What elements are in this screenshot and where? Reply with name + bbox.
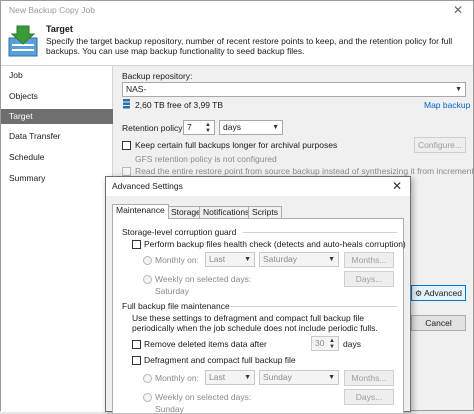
- configure-button[interactable]: Configure...: [414, 137, 466, 153]
- monthly-on-label: Monthly on:: [155, 255, 199, 265]
- chevron-down-icon: ▼: [272, 124, 279, 131]
- monthly-on-label-2: Monthly on:: [155, 373, 199, 383]
- chevron-down-icon: ▼: [328, 256, 335, 263]
- remove-days-unit: days: [343, 339, 361, 349]
- monthly-radio[interactable]: [143, 256, 152, 265]
- backup-copy-job-window: New Backup Copy Job ✕ Target Specify the…: [0, 0, 474, 414]
- backup-copy-logo-icon: [8, 25, 38, 57]
- retention-count-stepper[interactable]: 7 ▲ ▼: [183, 120, 215, 135]
- page-title: Target: [46, 24, 73, 34]
- monthly-day-select[interactable]: Saturday ▼: [259, 252, 339, 267]
- monthly-week-value: Last: [209, 254, 226, 264]
- full-maintenance-header: Full backup file maintenance: [122, 301, 230, 311]
- weekly-radio-2[interactable]: [143, 393, 152, 402]
- repository-label: Backup repository:: [122, 71, 193, 81]
- close-icon[interactable]: ✕: [453, 1, 463, 20]
- tab-notifications[interactable]: Notifications: [199, 206, 254, 218]
- map-backup-link[interactable]: Map backup: [424, 100, 470, 110]
- advanced-button[interactable]: ⚙ Advanced: [411, 285, 466, 301]
- chevron-down-icon: ▼: [328, 374, 335, 381]
- days-button[interactable]: Days...: [344, 271, 394, 287]
- window-title: New Backup Copy Job: [9, 5, 95, 15]
- nav-item-objects[interactable]: Objects: [1, 89, 113, 104]
- read-entire-point-checkbox[interactable]: [122, 167, 131, 176]
- repository-value: NAS-: [126, 84, 147, 94]
- storage-icon: [123, 99, 130, 109]
- defragment-label: Defragment and compact full backup file: [144, 355, 296, 365]
- dialog-title: Advanced Settings: [112, 181, 183, 191]
- keep-full-backups-label: Keep certain full backups longer for arc…: [135, 140, 338, 150]
- retention-count-value: 7: [187, 122, 192, 132]
- retention-policy-label: Retention policy:: [122, 123, 185, 133]
- remove-days-value: 30: [315, 338, 325, 348]
- gfs-status: GFS retention policy is not configured: [135, 154, 277, 164]
- dialog-titlebar: Advanced Settings ✕: [106, 177, 410, 196]
- cancel-button[interactable]: Cancel: [411, 315, 466, 331]
- months-button-2[interactable]: Months...: [344, 370, 394, 386]
- health-check-label: Perform backup files health check (detec…: [144, 239, 406, 249]
- chevron-down-icon: ▼: [455, 86, 462, 93]
- monthly-radio-2[interactable]: [143, 374, 152, 383]
- window-titlebar: New Backup Copy Job ✕: [1, 1, 473, 20]
- advanced-settings-dialog: Advanced Settings ✕ Maintenance Storage …: [105, 176, 411, 414]
- retention-unit-select[interactable]: days ▼: [219, 120, 283, 135]
- monthly-day-value: Saturday: [263, 254, 298, 264]
- stepper-arrows-icon[interactable]: ▲ ▼: [205, 122, 211, 134]
- maintenance-tab-panel: Storage-level corruption guard Perform b…: [112, 218, 406, 414]
- health-check-checkbox[interactable]: [132, 240, 141, 249]
- nav-item-job[interactable]: Job: [1, 68, 113, 83]
- advanced-label: Advanced: [424, 288, 462, 298]
- remove-deleted-label: Remove deleted items data after: [144, 339, 267, 349]
- monthly-week-select[interactable]: Last ▼: [205, 252, 255, 267]
- nav-item-summary[interactable]: Summary: [1, 171, 113, 186]
- tab-maintenance[interactable]: Maintenance: [112, 204, 169, 219]
- monthly-day-value-2: Sunday: [263, 372, 292, 382]
- corruption-guard-header: Storage-level corruption guard: [122, 227, 237, 237]
- full-maintenance-desc: Use these settings to defragment and com…: [132, 313, 378, 333]
- chevron-down-icon: ▼: [244, 256, 251, 263]
- repository-select[interactable]: NAS- ▼: [122, 82, 466, 97]
- weekly-label-2: Weekly on selected days:: [155, 392, 252, 402]
- monthly-week-select-2[interactable]: Last ▼: [205, 370, 255, 385]
- monthly-day-select-2[interactable]: Sunday ▼: [259, 370, 339, 385]
- weekly-days-value-2: Sunday: [155, 404, 184, 414]
- divider: [229, 306, 397, 307]
- weekly-radio[interactable]: [143, 275, 152, 284]
- keep-full-backups-checkbox[interactable]: [122, 141, 131, 150]
- advanced-icon: ⚙: [415, 289, 423, 298]
- nav-item-data-transfer[interactable]: Data Transfer: [1, 129, 113, 144]
- close-icon[interactable]: ✕: [392, 177, 402, 196]
- page-description: Specify the target backup repository, nu…: [46, 36, 453, 56]
- weekly-label: Weekly on selected days:: [155, 274, 252, 284]
- months-button[interactable]: Months...: [344, 252, 394, 268]
- wizard-steps-nav: Job Objects Target Data Transfer Schedul…: [1, 66, 113, 412]
- chevron-down-icon: ▼: [244, 374, 251, 381]
- weekly-days-value: Saturday: [155, 286, 190, 296]
- monthly-week-value-2: Last: [209, 372, 226, 382]
- nav-item-target[interactable]: Target: [1, 109, 113, 124]
- read-entire-point-label: Read the entire restore point from sourc…: [135, 166, 474, 176]
- remove-days-stepper[interactable]: 30 ▲ ▼: [311, 336, 339, 351]
- days-button-2[interactable]: Days...: [344, 389, 394, 405]
- retention-unit-value: days: [223, 122, 241, 132]
- divider: [243, 232, 397, 233]
- remove-deleted-checkbox[interactable]: [132, 340, 141, 349]
- tab-scripts[interactable]: Scripts: [248, 206, 282, 218]
- stepper-arrows-icon[interactable]: ▲ ▼: [329, 338, 335, 350]
- nav-item-schedule[interactable]: Schedule: [1, 150, 113, 165]
- wizard-header: Target Specify the target backup reposit…: [1, 20, 473, 66]
- repository-free-space: 2,60 TB free of 3,99 TB: [135, 100, 224, 110]
- defragment-checkbox[interactable]: [132, 356, 141, 365]
